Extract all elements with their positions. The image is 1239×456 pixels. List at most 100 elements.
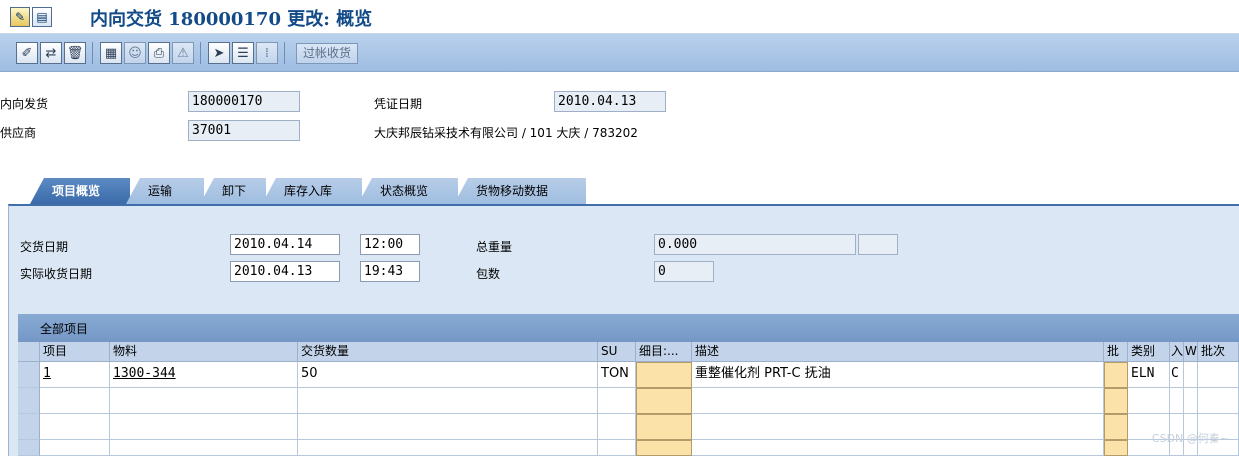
delivery-date-field[interactable]: 2010.04.14: [230, 234, 340, 255]
weight-unit-field: [858, 234, 898, 255]
tab-item-overview[interactable]: 项目概览: [30, 178, 130, 204]
serial-icon[interactable]: ⁞: [256, 42, 278, 64]
toolbar-separator: [200, 42, 201, 64]
detail-cell[interactable]: [636, 414, 692, 440]
w-cell: [1184, 362, 1198, 388]
w-cell: [1184, 388, 1198, 414]
material-cell[interactable]: [110, 388, 298, 414]
col-description[interactable]: 描述: [692, 342, 1104, 362]
tab-putaway[interactable]: 库存入库: [262, 178, 362, 204]
print-icon[interactable]: ⎙: [148, 42, 170, 64]
partner-icon[interactable]: ☺: [124, 42, 146, 64]
material-cell[interactable]: [110, 440, 298, 456]
vendor-label: 供应商: [0, 126, 37, 140]
col-material[interactable]: 物料: [110, 342, 298, 362]
batch-flag-cell[interactable]: [1104, 362, 1128, 388]
item-details-icon[interactable]: ➤: [208, 42, 230, 64]
quantity-cell[interactable]: [298, 388, 598, 414]
su-cell: [598, 440, 636, 456]
row-selector[interactable]: [18, 388, 40, 414]
material-link[interactable]: 1300-344: [110, 362, 298, 388]
tab-transport[interactable]: 运输: [126, 178, 204, 204]
batch-flag-cell[interactable]: [1104, 414, 1128, 440]
total-weight-label: 总重量: [476, 240, 513, 254]
watermark: CSDN @何秦~: [1151, 432, 1229, 445]
batch-icon[interactable]: ☰: [232, 42, 254, 64]
doc-date-label: 凭证日期: [374, 97, 423, 111]
table-title: 全部项目: [40, 322, 89, 336]
vendor-description: 大庆邦辰钻采技术有限公司 / 101 大庆 / 783202: [374, 126, 638, 140]
delivery-time-field[interactable]: 12:00: [360, 234, 420, 255]
document-icon[interactable]: ▤: [32, 7, 52, 27]
category-cell: [1128, 388, 1170, 414]
packages-label: 包数: [476, 267, 501, 281]
item-number-link[interactable]: 1: [40, 362, 110, 388]
detail-cell[interactable]: [636, 362, 692, 388]
col-item[interactable]: 项目: [40, 342, 110, 362]
inbound-delivery-field: 180000170: [188, 91, 300, 112]
quantity-cell[interactable]: 50: [298, 362, 598, 388]
description-cell: [692, 414, 1104, 440]
category-cell: ELN: [1128, 362, 1170, 388]
header-details-icon[interactable]: ▦: [100, 42, 122, 64]
post-goods-receipt-button[interactable]: 过帐收货: [296, 43, 359, 64]
application-toolbar: ✐ ⇄ 🗑 ▦ ☺ ⎙ ⚠ ➤ ☰ ⁞ 过帐收货: [0, 34, 1239, 72]
col-detail[interactable]: 细目:...: [636, 342, 692, 362]
row-selector[interactable]: [18, 440, 40, 456]
su-cell: TON: [598, 362, 636, 388]
in-cell: [1170, 388, 1184, 414]
material-cell[interactable]: [110, 414, 298, 440]
actual-gr-date-field[interactable]: 2010.04.13: [230, 261, 340, 282]
description-cell: 重整催化剂 PRT-C 抚油: [692, 362, 1104, 388]
select-all-cell[interactable]: [18, 342, 40, 362]
transaction-icon[interactable]: ✎: [10, 7, 30, 27]
vendor-field: 37001: [188, 120, 300, 141]
table-title-bar: 全部项目: [18, 314, 1239, 342]
actual-gr-time-field[interactable]: 19:43: [360, 261, 420, 282]
toolbar-separator: [92, 42, 93, 64]
batch-cell[interactable]: [1198, 362, 1239, 388]
actual-gr-date-label: 实际收货日期: [20, 267, 93, 281]
item-number-cell[interactable]: [40, 440, 110, 456]
toolbar-separator: [284, 42, 285, 64]
delivery-date-label: 交货日期: [20, 240, 69, 254]
batch-cell[interactable]: [1198, 388, 1239, 414]
tab-status-overview[interactable]: 状态概览: [358, 178, 458, 204]
delete-icon[interactable]: 🗑: [64, 42, 86, 64]
col-batch[interactable]: 批次: [1198, 342, 1239, 362]
doc-date-field: 2010.04.13: [554, 91, 666, 112]
tab-goods-movement-data[interactable]: 货物移动数据: [454, 178, 586, 204]
items-table: 全部项目 项目 物料 交货数量 SU 细目:... 描述 批 类别 入 W 批次…: [18, 314, 1239, 456]
edit-icon[interactable]: ✐: [16, 42, 38, 64]
col-quantity[interactable]: 交货数量: [298, 342, 598, 362]
page-title: 内向交货 180000170 更改: 概览: [90, 9, 373, 30]
title-icons: ✎ ▤: [10, 7, 52, 27]
col-batch-flag[interactable]: 批: [1104, 342, 1128, 362]
detail-cell[interactable]: [636, 388, 692, 414]
row-selector[interactable]: [18, 362, 40, 388]
col-w[interactable]: W: [1184, 342, 1198, 362]
item-number-cell[interactable]: [40, 414, 110, 440]
quantity-cell[interactable]: [298, 414, 598, 440]
in-cell: C: [1170, 362, 1184, 388]
title-bar: ✎ ▤ 内向交货 180000170 更改: 概览: [0, 0, 1239, 34]
table-header: 项目 物料 交货数量 SU 细目:... 描述 批 类别 入 W 批次: [18, 342, 1239, 362]
detail-cell[interactable]: [636, 440, 692, 456]
col-su[interactable]: SU: [598, 342, 636, 362]
batch-flag-cell[interactable]: [1104, 388, 1128, 414]
quantity-cell[interactable]: [298, 440, 598, 456]
output-icon[interactable]: ⚠: [172, 42, 194, 64]
packages-field: 0: [654, 261, 714, 282]
col-in[interactable]: 入: [1170, 342, 1184, 362]
table-row: [18, 414, 1239, 440]
col-category[interactable]: 类别: [1128, 342, 1170, 362]
batch-flag-cell[interactable]: [1104, 440, 1128, 456]
table-row: [18, 388, 1239, 414]
item-number-cell[interactable]: [40, 388, 110, 414]
row-selector[interactable]: [18, 414, 40, 440]
display-change-icon[interactable]: ⇄: [40, 42, 62, 64]
su-cell: [598, 388, 636, 414]
su-cell: [598, 414, 636, 440]
tab-unloading[interactable]: 卸下: [200, 178, 266, 204]
inbound-delivery-label: 内向发货: [0, 97, 49, 111]
